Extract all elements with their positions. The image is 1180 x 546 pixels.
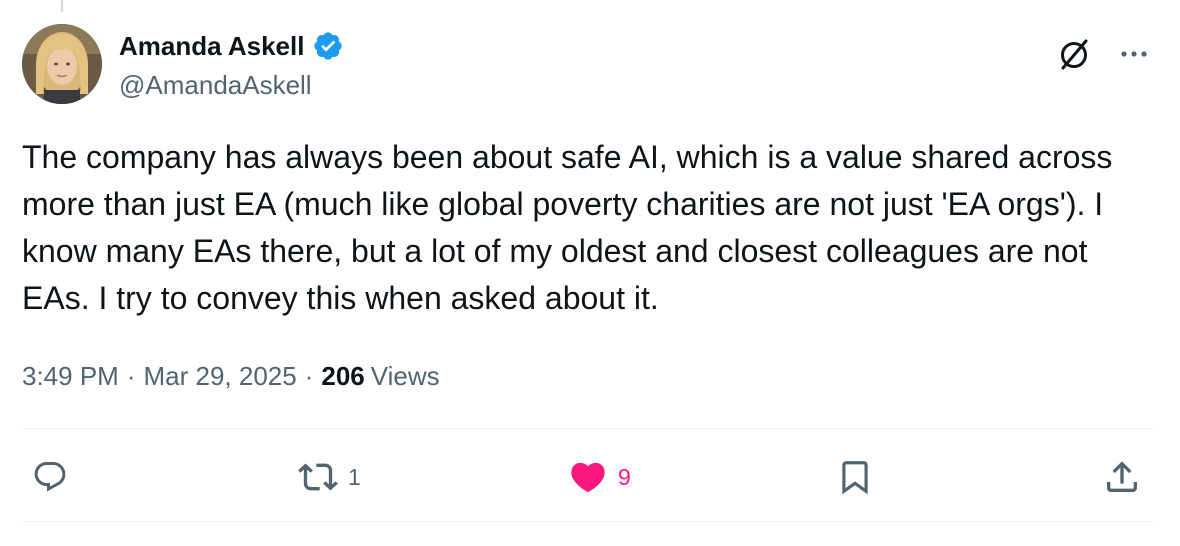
bookmark-icon: [842, 461, 868, 495]
divider: [22, 428, 1154, 429]
grok-icon[interactable]: [1054, 34, 1094, 74]
author-name-row: Amanda Askell: [119, 28, 344, 64]
retweet-icon: [298, 463, 338, 491]
action-bar: 1 9: [0, 450, 1180, 504]
share-button[interactable]: [1102, 450, 1152, 504]
avatar[interactable]: [22, 24, 102, 104]
verified-badge-icon: [314, 32, 343, 60]
tweet-time[interactable]: 3:49 PM: [22, 361, 119, 392]
retweet-button[interactable]: 1: [298, 450, 361, 504]
like-button[interactable]: 9: [568, 450, 631, 504]
share-icon: [1107, 461, 1137, 492]
thread-connector-line: [61, 0, 63, 12]
retweet-count: 1: [348, 463, 361, 490]
profile-photo-icon: [22, 24, 102, 104]
reply-button[interactable]: [32, 450, 78, 504]
tweet-text: The company has always been about safe A…: [22, 139, 1122, 316]
views-label: Views: [370, 360, 440, 391]
meta-separator: ·: [126, 360, 136, 391]
author-handle[interactable]: @AmandaAskell: [119, 70, 312, 101]
bookmark-button[interactable]: [836, 450, 884, 504]
tweet-meta: 3:49 PM · Mar 29, 2025 · 206 Views: [22, 356, 440, 396]
divider: [22, 521, 1154, 522]
more-icon[interactable]: [1116, 36, 1152, 72]
reply-icon: [34, 462, 66, 492]
meta-separator: ·: [304, 360, 314, 391]
views-count: 206: [321, 360, 365, 391]
like-count: 9: [618, 463, 631, 490]
author-display-name[interactable]: Amanda Askell: [119, 31, 304, 62]
heart-icon: [571, 462, 605, 493]
tweet-date[interactable]: Mar 29, 2025: [144, 361, 297, 392]
